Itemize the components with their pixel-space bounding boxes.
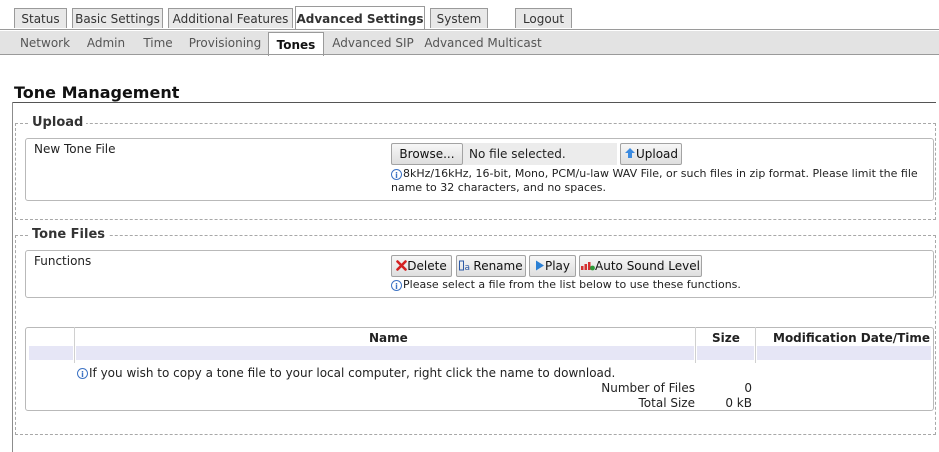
- top-tab-status[interactable]: Status: [14, 8, 67, 28]
- rename-icon: a: [459, 257, 473, 277]
- left-rule: [12, 102, 13, 452]
- new-tone-file-label: New Tone File: [34, 142, 116, 156]
- play-button-label: Play: [544, 259, 571, 273]
- sound-level-icon: [581, 257, 595, 277]
- delete-button[interactable]: Delete: [391, 255, 452, 277]
- top-tab-divider: [0, 29, 939, 30]
- info-icon: i: [77, 368, 88, 379]
- top-tab-basic-settings[interactable]: Basic Settings: [72, 8, 163, 28]
- table-empty-row: [29, 346, 73, 360]
- col-header-modification[interactable]: Modification Date/Time: [773, 331, 930, 345]
- top-tab-bar: Status Basic Settings Additional Feature…: [0, 0, 939, 30]
- total-size-label: Total Size: [638, 396, 695, 410]
- download-hint: i If you wish to copy a tone file to your…: [77, 366, 637, 380]
- col-header-size[interactable]: Size: [712, 331, 740, 345]
- functions-hint: i Please select a file from the list belo…: [391, 278, 921, 292]
- upload-button[interactable]: Upload: [620, 143, 682, 165]
- auto-sound-level-button[interactable]: Auto Sound Level: [579, 255, 702, 277]
- table-col-divider: [74, 327, 75, 363]
- total-size-value: 0 kB: [725, 396, 752, 410]
- sub-tab-divider: [0, 54, 939, 55]
- functions-label: Functions: [34, 254, 92, 268]
- number-of-files-value: 0: [744, 381, 752, 395]
- browse-button[interactable]: Browse...: [391, 143, 463, 165]
- upload-hint: i 8kHz/16kHz, 16-bit, Mono, PCM/u-law WAV…: [391, 167, 921, 195]
- top-tab-logout[interactable]: Logout: [515, 8, 572, 28]
- sub-tab-advanced-sip[interactable]: Advanced SIP: [328, 31, 418, 55]
- info-icon: i: [391, 168, 402, 180]
- auto-sound-level-label: Auto Sound Level: [595, 259, 700, 273]
- sub-tab-advanced-multicast[interactable]: Advanced Multicast: [424, 31, 542, 55]
- play-button[interactable]: Play: [529, 255, 576, 277]
- rename-button-label: Rename: [473, 259, 523, 273]
- sub-tab-tones[interactable]: Tones: [268, 32, 324, 56]
- svg-text:a: a: [465, 263, 471, 271]
- upload-arrow-icon: [624, 145, 636, 165]
- table-col-divider: [755, 327, 756, 363]
- title-rule: [12, 102, 936, 103]
- download-hint-text: If you wish to copy a tone file to your …: [89, 366, 616, 380]
- table-col-divider: [695, 327, 696, 363]
- sub-tab-admin[interactable]: Admin: [82, 31, 130, 55]
- delete-button-label: Delete: [407, 259, 447, 273]
- upload-hint-text: 8kHz/16kHz, 16-bit, Mono, PCM/u-law WAV …: [391, 167, 918, 194]
- play-triangle-icon: [535, 257, 545, 277]
- upload-legend: Upload: [29, 115, 87, 130]
- top-tab-advanced-settings[interactable]: Advanced Settings: [295, 6, 425, 30]
- upload-button-label: Upload: [635, 147, 679, 161]
- rename-button[interactable]: a Rename: [456, 255, 526, 277]
- red-x-icon: [396, 257, 408, 277]
- functions-hint-text: Please select a file from the list below…: [403, 278, 741, 291]
- number-of-files-label: Number of Files: [601, 381, 695, 395]
- top-tab-system[interactable]: System: [430, 8, 488, 28]
- col-header-name[interactable]: Name: [369, 331, 408, 345]
- table-empty-row: [76, 346, 694, 360]
- sub-tab-bar: Network Admin Time Provisioning Tones Ad…: [0, 31, 939, 56]
- sub-tab-time[interactable]: Time: [138, 31, 178, 55]
- sub-tab-provisioning[interactable]: Provisioning: [185, 31, 265, 55]
- top-tab-additional-features[interactable]: Additional Features: [168, 8, 293, 28]
- table-empty-row: [697, 346, 754, 360]
- table-empty-row: [757, 346, 931, 360]
- sub-tab-network[interactable]: Network: [18, 31, 72, 55]
- file-status-field: No file selected.: [463, 143, 617, 165]
- page-title: Tone Management: [14, 83, 180, 102]
- info-icon: i: [391, 279, 402, 291]
- tone-files-legend: Tone Files: [29, 227, 109, 242]
